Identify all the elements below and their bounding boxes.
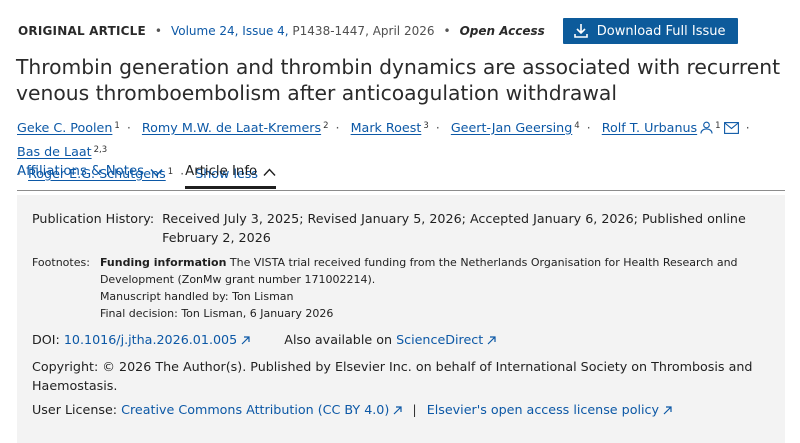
author-link[interactable]: Bas de Laat [17,144,92,159]
doi-link[interactable]: 10.1016/j.jtha.2026.01.005 [64,332,237,347]
separator-pipe: | [412,402,417,417]
separator-dot: • [443,24,451,38]
author-separator: · [586,120,591,135]
license-label: User License: [32,402,118,417]
author-link[interactable]: Rolf T. Urbanus [602,120,697,135]
publication-history-label: Publication History: [32,211,155,226]
download-label: Download Full Issue [596,23,726,39]
email-icon[interactable] [723,119,739,140]
external-link-icon [487,332,496,350]
tab-label: Article Info [185,164,258,179]
final-decision: Final decision: Ton Lisman, 6 January 20… [99,307,334,320]
author-affiliation: 2,3 [93,145,108,155]
article-meta-bar: ORIGINAL ARTICLE • Volume 24, Issue 4, P… [18,18,788,44]
tab-article-info[interactable]: Article Info [185,164,277,189]
author-separator: · [745,120,750,135]
author-link[interactable]: Geert-Jan Geersing [451,120,572,135]
article-tabs: Affiliations & Notes Article Info [17,164,785,191]
sciencedirect-link[interactable]: ScienceDirect [396,332,483,347]
tab-label: Affiliations & Notes [17,164,145,179]
chevron-down-icon [150,169,163,177]
manuscript-handled: Manuscript handled by: Ton Lisman [99,290,294,303]
author-affiliation: 2 [323,121,329,131]
user-license-row: User License: Creative Commons Attributi… [32,401,672,420]
footnotes: Footnotes: Funding information The VISTA… [32,254,772,322]
article-type: ORIGINAL ARTICLE [18,24,146,38]
author-link[interactable]: Geke C. Poolen [17,120,112,135]
tab-affiliations-notes[interactable]: Affiliations & Notes [17,164,163,189]
funding-label: Funding information [99,256,227,269]
external-link-icon [241,332,250,350]
download-full-issue-button[interactable]: Download Full Issue [562,18,738,44]
publication-history-value: Received July 3, 2025; Revised January 5… [162,211,746,245]
footnotes-label: Footnotes: [32,256,90,269]
copyright: Copyright: © 2026 The Author(s). Publish… [32,359,753,393]
doi-label: DOI: [32,332,60,347]
author-separator: · [435,120,440,135]
author-affiliation: 3 [423,121,429,131]
author-affiliation: 4 [574,121,580,131]
open-access-label: Open Access [459,24,545,38]
external-link-icon [663,402,672,420]
license-policy-link[interactable]: Elsevier's open access license policy [427,402,659,417]
cc-by-license-link[interactable]: Creative Commons Attribution (CC BY 4.0) [121,402,389,417]
author-affiliation: 1 [715,121,721,131]
author-separator: · [335,120,340,135]
author-separator: · [126,120,131,135]
author-link[interactable]: Romy M.W. de Laat-Kremers [142,120,321,135]
external-link-icon [393,402,402,420]
doi-row: DOI: 10.1016/j.jtha.2026.01.005 Also ava… [32,331,496,350]
download-icon [573,24,588,38]
issue-link[interactable]: Volume 24, Issue 4, P1438-1447, April 20… [171,24,435,38]
also-available-label: Also available on [284,332,393,347]
pages-date: P1438-1447, April 2026 [292,24,435,38]
article-info-panel: Publication History: Received July 3, 20… [17,195,785,443]
chevron-up-icon [263,168,276,176]
separator-dot: • [154,24,162,38]
funding-information: Funding information The VISTA trial rece… [100,254,772,288]
author-affiliation: 1 [114,121,120,131]
publication-history: Publication History: Received July 3, 20… [32,209,772,247]
author-link[interactable]: Mark Roest [351,120,422,135]
footnotes-content: Funding information The VISTA trial rece… [100,254,772,322]
person-icon [700,119,713,140]
article-title: Thrombin generation and thrombin dynamic… [16,55,781,105]
